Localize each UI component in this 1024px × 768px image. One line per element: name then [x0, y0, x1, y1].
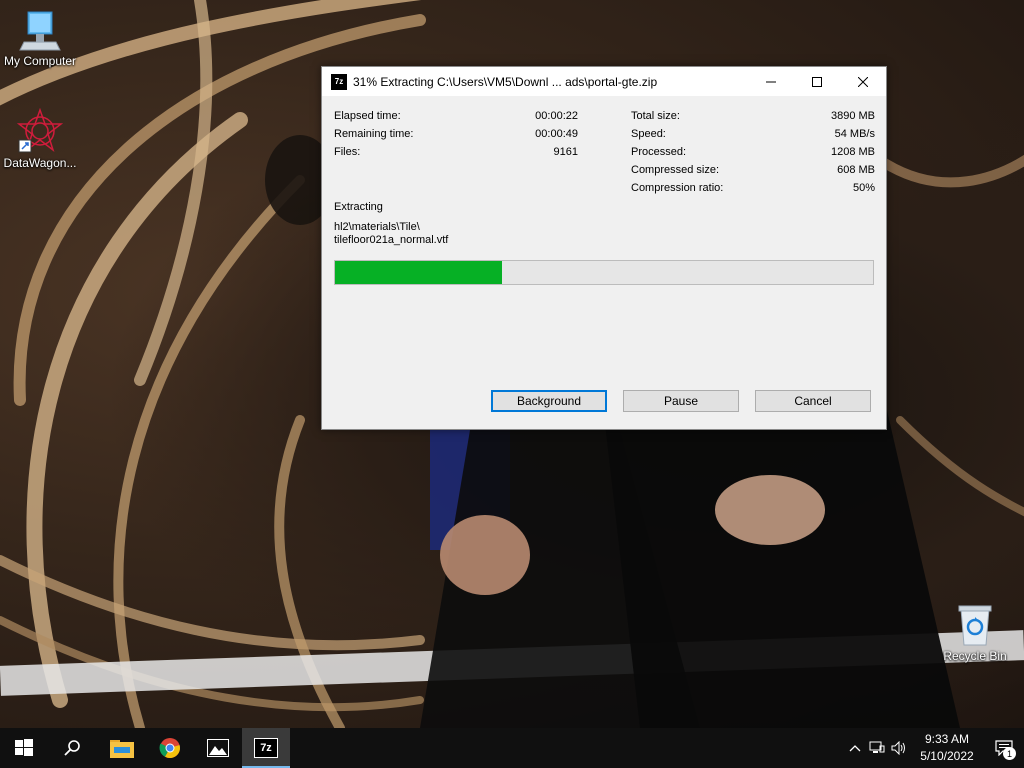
volume-button[interactable]: [888, 728, 910, 768]
desktop-icon-my-computer[interactable]: My Computer: [0, 8, 80, 68]
maximize-icon: [812, 76, 822, 87]
current-path: hl2\materials\Tile\: [334, 221, 420, 233]
window-content: Elapsed time: 00:00:22 Remaining time: 0…: [322, 96, 886, 428]
notification-count-badge: 1: [1003, 747, 1016, 760]
search-icon: [64, 740, 80, 756]
action-center-button[interactable]: 1: [984, 728, 1024, 768]
7zip-icon-text: 7z: [260, 742, 272, 754]
file-explorer-icon: [110, 740, 134, 758]
total-size-label: Total size:: [631, 110, 680, 122]
computer-icon: [19, 11, 61, 51]
start-icon: [15, 739, 33, 756]
7zip-icon: 7z: [254, 738, 278, 758]
pause-button[interactable]: Pause: [623, 390, 739, 412]
taskbar-file-explorer[interactable]: [98, 728, 146, 768]
maximize-button[interactable]: [794, 67, 840, 96]
minimize-button[interactable]: [748, 67, 794, 96]
taskbar-photos[interactable]: [194, 728, 242, 768]
start-button[interactable]: [0, 728, 48, 768]
processed-value: 1208 MB: [830, 146, 875, 158]
show-hidden-icons-button[interactable]: [844, 728, 866, 768]
chevron-up-icon: [849, 745, 861, 752]
speed-label: Speed:: [631, 128, 666, 140]
background-button[interactable]: Background: [491, 390, 607, 412]
files-label: Files:: [334, 146, 361, 158]
taskbar-chrome[interactable]: [146, 728, 194, 768]
progress-bar-fill: [335, 261, 502, 284]
speed-value: 54 MB/s: [834, 128, 875, 140]
clock[interactable]: 9:33 AM 5/10/2022: [910, 731, 984, 765]
close-icon: [858, 76, 868, 87]
taskbar-7zip[interactable]: 7z: [242, 728, 290, 768]
search-button[interactable]: [48, 728, 96, 768]
datawagon-icon: [17, 108, 63, 153]
compressed-size-value: 608 MB: [837, 164, 875, 176]
progress-bar: [334, 260, 874, 285]
desktop-icon-label: My Computer: [3, 54, 77, 68]
system-tray: 9:33 AM 5/10/2022 1: [844, 728, 1024, 768]
desktop-icon-label: Recycle Bin: [943, 649, 1007, 663]
clock-date: 5/10/2022: [920, 749, 974, 763]
recycle-bin-icon: [958, 605, 992, 646]
cancel-button[interactable]: Cancel: [755, 390, 871, 412]
network-icon: [869, 741, 885, 753]
minimize-icon: [766, 81, 776, 82]
elapsed-time-value: 00:00:22: [535, 110, 578, 122]
remaining-time-label: Remaining time:: [334, 128, 414, 140]
photos-icon: [207, 739, 229, 757]
window-titlebar[interactable]: 7z 31% Extracting C:\Users\VM5\Downl ...…: [322, 67, 886, 96]
extraction-progress-window: 7z 31% Extracting C:\Users\VM5\Downl ...…: [321, 66, 887, 430]
compression-ratio-value: 50%: [852, 182, 875, 194]
remaining-time-value: 00:00:49: [535, 128, 578, 140]
extracting-label: Extracting: [334, 201, 383, 213]
desktop-icon-datawagon[interactable]: DataWagon...: [0, 108, 80, 170]
processed-label: Processed:: [631, 146, 687, 158]
compressed-size-label: Compressed size:: [631, 164, 720, 176]
window-title: 31% Extracting C:\Users\VM5\Downl ... ad…: [353, 74, 658, 89]
total-size-value: 3890 MB: [830, 110, 875, 122]
current-file: tilefloor021a_normal.vtf: [334, 234, 449, 246]
desktop-icon-recycle-bin[interactable]: Recycle Bin: [935, 603, 1015, 663]
desktop-icon-label: DataWagon...: [3, 156, 77, 170]
7zip-app-icon: 7z: [331, 73, 347, 90]
volume-icon: [891, 741, 905, 755]
elapsed-time-label: Elapsed time:: [334, 110, 401, 122]
window-controls: [748, 67, 886, 96]
close-button[interactable]: [840, 67, 886, 96]
compression-ratio-label: Compression ratio:: [631, 182, 724, 194]
files-value: 9161: [553, 146, 578, 158]
network-button[interactable]: [866, 728, 888, 768]
taskbar: 7z 9:33 AM 5/10/2022 1: [0, 728, 1024, 768]
clock-time: 9:33 AM: [924, 732, 970, 746]
chrome-icon: [159, 738, 180, 759]
